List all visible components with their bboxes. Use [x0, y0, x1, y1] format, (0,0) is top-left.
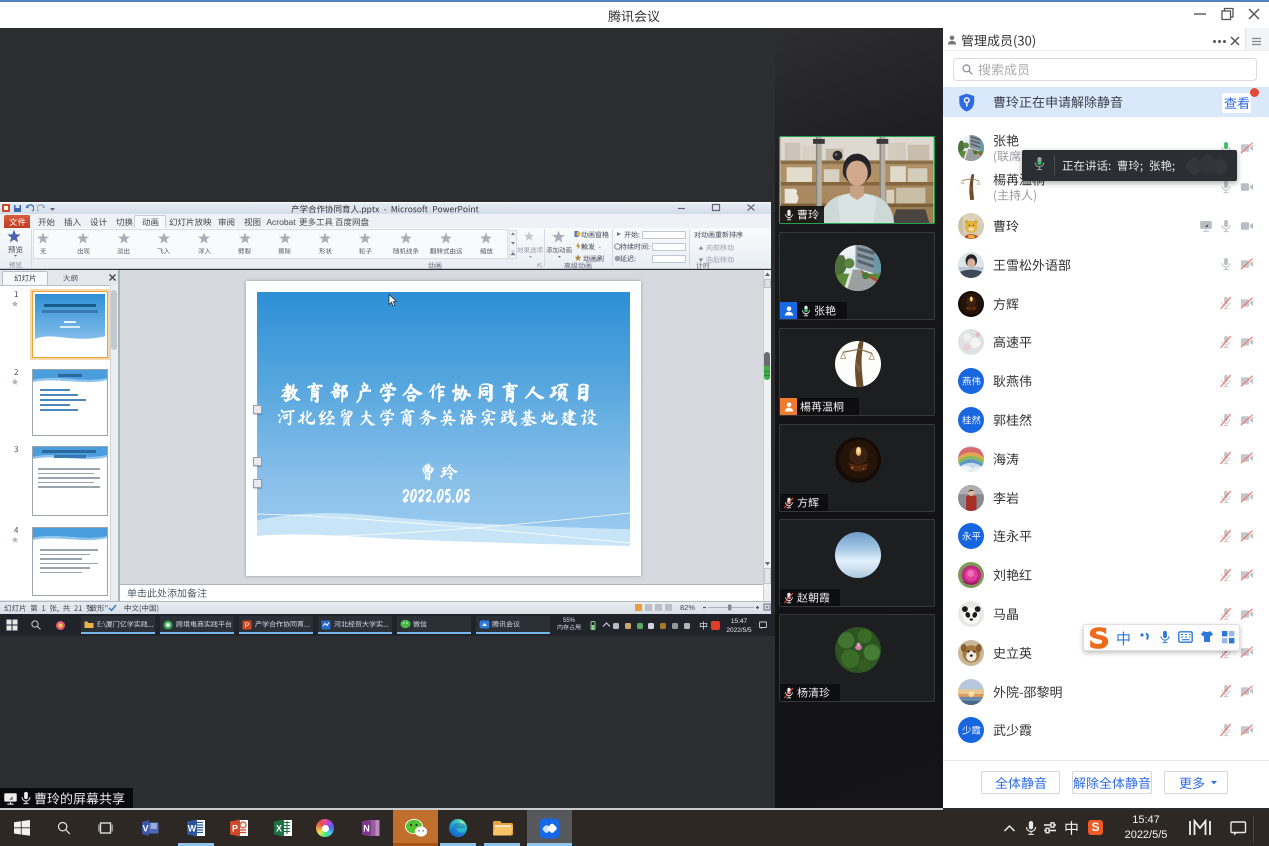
svg-text:P: P — [232, 824, 238, 834]
svg-text:W: W — [188, 824, 197, 834]
svg-text:X: X — [276, 824, 282, 834]
svg-text:P: P — [245, 623, 250, 630]
svg-text:N: N — [363, 824, 370, 834]
svg-text:V: V — [142, 824, 148, 834]
